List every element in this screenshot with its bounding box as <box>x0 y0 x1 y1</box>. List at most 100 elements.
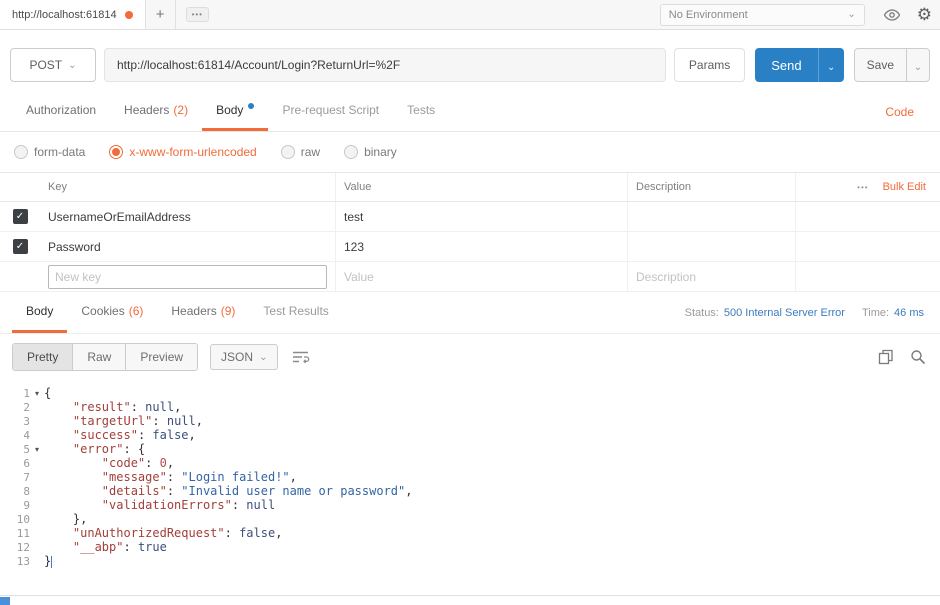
chevron-down-icon: ⌄ <box>259 351 268 363</box>
request-tab[interactable]: http://localhost:61814 <box>0 0 146 29</box>
code-line: "message": "Login failed!", <box>101 470 297 484</box>
tab-label: Headers <box>124 103 170 117</box>
tab-label: Authorization <box>26 103 97 117</box>
settings-button[interactable]: ⚙ <box>909 0 940 29</box>
kv-cell-description[interactable] <box>628 232 796 261</box>
radio-icon <box>280 145 295 159</box>
kv-cell-key <box>40 262 336 291</box>
code-lines: { "result": null, "targetUrl": null, "su… <box>44 386 940 595</box>
mode-form-data[interactable]: form-data <box>14 145 85 159</box>
gutter-line: 2 <box>23 400 30 414</box>
language-label: JSON <box>221 350 254 364</box>
new-tab-button[interactable]: + <box>146 0 176 29</box>
fold-toggle-icon[interactable]: ▾ <box>30 445 44 454</box>
kv-cell-key[interactable]: Password <box>40 232 336 261</box>
editor-footer <box>0 595 940 605</box>
kv-cell-key[interactable]: UsernameOrEmailAddress <box>40 202 336 231</box>
response-tab-cookies[interactable]: Cookies (6) <box>67 292 157 333</box>
response-tabs: Body Cookies (6) Headers (9) Test Result… <box>0 292 940 334</box>
code-line: "error": { <box>72 442 146 456</box>
gutter-line: 4 <box>23 428 30 442</box>
bulk-edit-link[interactable]: Bulk Edit <box>883 181 926 193</box>
gutter-line: 10 <box>16 512 30 526</box>
kv-cell-value <box>336 262 628 291</box>
response-tab-body[interactable]: Body <box>12 292 68 333</box>
check-icon: ✓ <box>15 210 25 222</box>
kv-cell-actions <box>796 202 940 231</box>
row-checkbox-checked[interactable]: ✓ <box>12 239 28 254</box>
chevron-down-icon: ⌄ <box>68 59 77 71</box>
tab-body[interactable]: Body <box>202 92 269 131</box>
kv-header-actions: ••• Bulk Edit <box>796 173 940 201</box>
tab-headers[interactable]: Headers (2) <box>110 92 202 131</box>
chevron-down-icon: ⌄ <box>847 9 856 20</box>
environment-quick-look-button[interactable] <box>875 0 909 29</box>
mode-raw[interactable]: raw <box>280 145 320 159</box>
mode-x-www-form-urlencoded[interactable]: x-www-form-urlencoded <box>109 145 257 159</box>
save-options-button[interactable]: ⌄ <box>906 48 930 82</box>
tab-label: Tests <box>407 103 436 117</box>
fold-toggle-icon[interactable]: ▾ <box>30 389 44 398</box>
tab-label: Test Results <box>263 304 329 318</box>
save-button-group: Save ⌄ <box>853 48 930 82</box>
view-pretty-button[interactable]: Pretty <box>13 344 74 370</box>
view-raw-button[interactable]: Raw <box>73 344 127 370</box>
radio-checked-icon <box>109 145 124 159</box>
send-button-group: Send ⌄ <box>755 48 844 82</box>
kv-cell-value[interactable]: test <box>336 202 628 231</box>
send-button[interactable]: Send <box>755 48 818 82</box>
gear-icon: ⚙ <box>916 4 932 24</box>
code-line: "unAuthorizedRequest": false, <box>72 526 283 540</box>
copy-response-button[interactable] <box>876 349 896 365</box>
save-button[interactable]: Save <box>853 48 906 82</box>
topbar: http://localhost:61814 + ••• No Environm… <box>0 0 940 30</box>
search-response-button[interactable] <box>908 349 928 365</box>
chevron-down-icon: ⌄ <box>826 61 836 73</box>
code-line: "validationErrors": null <box>101 498 276 512</box>
code-line: } <box>44 554 53 568</box>
tab-count: (9) <box>220 304 236 318</box>
kv-key-text: Password <box>48 239 101 254</box>
check-icon: ✓ <box>15 240 25 252</box>
params-button[interactable]: Params <box>673 48 746 82</box>
scroll-indicator <box>0 597 10 605</box>
code-link[interactable]: Code <box>885 92 928 131</box>
more-options-icon[interactable]: ••• <box>857 183 868 192</box>
method-selector[interactable]: POST ⌄ <box>10 48 96 82</box>
request-tabs: Authorization Headers (2) Body Pre-reque… <box>0 92 940 132</box>
kv-cell-actions <box>796 232 940 261</box>
wrap-lines-icon <box>293 351 310 364</box>
row-checkbox-checked[interactable]: ✓ <box>12 209 28 224</box>
language-selector[interactable]: JSON ⌄ <box>210 344 279 370</box>
mode-binary[interactable]: binary <box>344 145 397 159</box>
tab-authorization[interactable]: Authorization <box>12 92 110 131</box>
tab-tests[interactable]: Tests <box>393 92 449 131</box>
new-key-input[interactable] <box>48 264 327 289</box>
body-type-selector: form-data x-www-form-urlencoded raw bina… <box>0 132 940 172</box>
tab-title: http://localhost:61814 <box>12 8 117 21</box>
response-tabs-spacer <box>343 292 685 333</box>
wrap-lines-button[interactable] <box>290 350 312 364</box>
response-tab-test-results[interactable]: Test Results <box>249 292 342 333</box>
tab-pre-request-script[interactable]: Pre-request Script <box>268 92 393 131</box>
gutter-line: 5 ▾ <box>0 442 44 456</box>
environment-selector[interactable]: No Environment ⌄ <box>659 3 865 26</box>
response-body-editor[interactable]: 1 ▾ 2 3 4 5 ▾ 6 7 8 9 10 11 12 13 { "result": null, "t… <box>0 380 940 595</box>
gutter-line: 6 <box>23 456 30 470</box>
kv-cell-value[interactable]: 123 <box>336 232 628 261</box>
url-input[interactable] <box>104 48 666 82</box>
kv-cell-actions <box>796 262 940 291</box>
response-tab-headers[interactable]: Headers (9) <box>157 292 249 333</box>
new-description-input[interactable] <box>636 269 787 284</box>
unsaved-indicator-dot <box>124 10 133 19</box>
kv-cell-description[interactable] <box>628 202 796 231</box>
view-preview-button[interactable]: Preview <box>126 344 198 370</box>
new-value-input[interactable] <box>344 269 619 284</box>
tab-options-button[interactable]: ••• <box>176 0 219 29</box>
kv-cell-check <box>0 262 40 291</box>
send-options-button[interactable]: ⌄ <box>817 48 844 82</box>
tab-label: Body <box>26 304 54 318</box>
method-label: POST <box>29 58 63 72</box>
gutter-line: 3 <box>23 414 30 428</box>
